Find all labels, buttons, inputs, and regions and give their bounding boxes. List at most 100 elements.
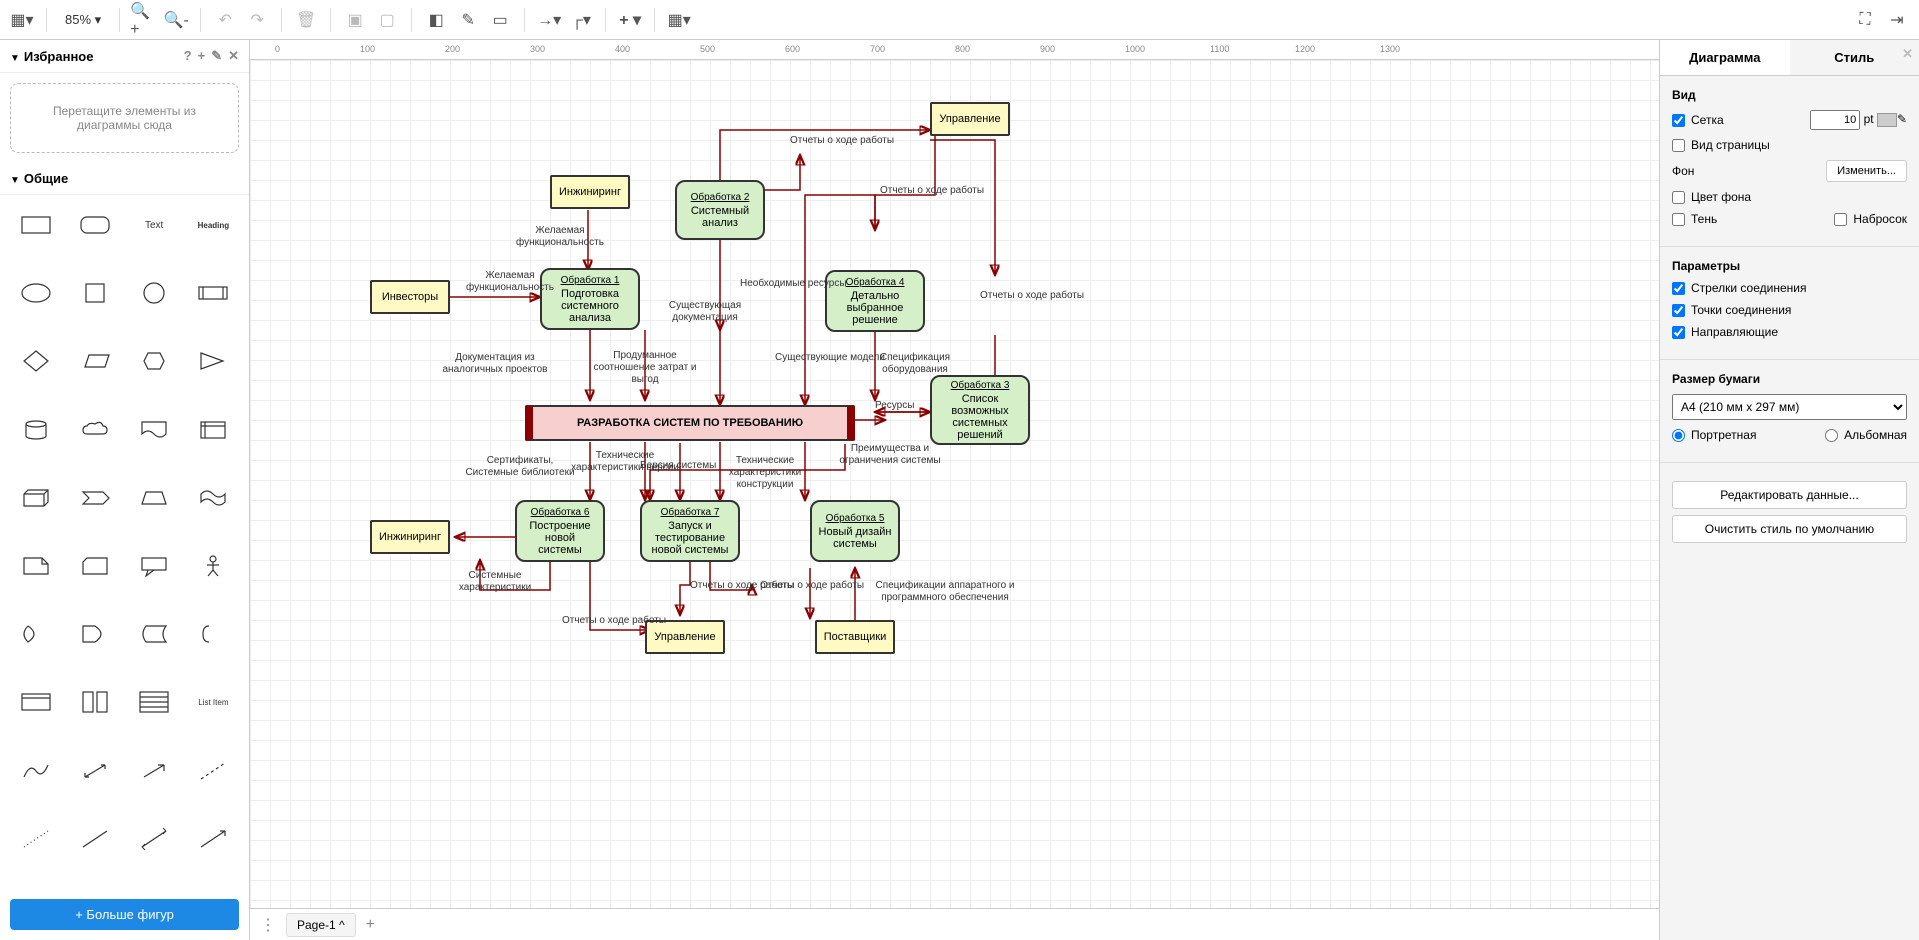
- edit-data-button[interactable]: Редактировать данные...: [1672, 481, 1907, 509]
- add-page-icon[interactable]: +: [366, 916, 375, 934]
- to-back-icon[interactable]: ▢: [373, 6, 401, 34]
- collapse-icon[interactable]: ⇥: [1883, 6, 1911, 34]
- shape-diamond[interactable]: [10, 341, 61, 381]
- connection-icon[interactable]: →▾: [535, 6, 563, 34]
- shape-bidir-line[interactable]: [129, 819, 180, 859]
- close-icon[interactable]: ✕: [1902, 46, 1913, 62]
- shape-dotted[interactable]: [10, 819, 61, 859]
- shape-list-item[interactable]: List Item: [188, 682, 239, 722]
- pages-menu-icon[interactable]: ⋮: [260, 915, 276, 935]
- close-favorite-icon[interactable]: ✕: [228, 48, 239, 64]
- shape-rounded-rect[interactable]: [69, 205, 120, 245]
- waypoint-icon[interactable]: ┌▾: [567, 6, 595, 34]
- shadow-icon[interactable]: ▭: [486, 6, 514, 34]
- node-engineering1[interactable]: Инжиниринг: [550, 175, 630, 209]
- shape-text[interactable]: Text: [129, 205, 180, 245]
- fill-icon[interactable]: ◧: [422, 6, 450, 34]
- node-proc3[interactable]: Обработка 3Список возможных системных ре…: [930, 375, 1030, 445]
- shape-cylinder[interactable]: [10, 410, 61, 450]
- shape-vlist[interactable]: [69, 682, 120, 722]
- change-bg-button[interactable]: Изменить...: [1826, 160, 1907, 182]
- page-view-checkbox[interactable]: Вид страницы: [1672, 138, 1770, 152]
- shape-bracket[interactable]: [188, 614, 239, 654]
- shape-or[interactable]: [69, 614, 120, 654]
- favorites-dropzone[interactable]: Перетащите элементы из диаграммы сюда: [10, 83, 239, 153]
- line-color-icon[interactable]: ✎: [454, 6, 482, 34]
- shape-rect[interactable]: [10, 205, 61, 245]
- conn-arrows-checkbox[interactable]: Стрелки соединения: [1672, 281, 1806, 295]
- grid-checkbox[interactable]: Сетка: [1672, 113, 1724, 127]
- grid-color-swatch[interactable]: [1877, 113, 1897, 127]
- zoom-out-icon[interactable]: 🔍-: [162, 6, 190, 34]
- shadow-checkbox[interactable]: Тень: [1672, 212, 1717, 226]
- shape-tape[interactable]: [188, 478, 239, 518]
- add-favorite-icon[interactable]: +: [198, 48, 206, 64]
- shape-triangle[interactable]: [188, 341, 239, 381]
- portrait-radio[interactable]: Портретная: [1672, 428, 1756, 442]
- to-front-icon[interactable]: ▣: [341, 6, 369, 34]
- redo-icon[interactable]: ↷: [243, 6, 271, 34]
- node-center[interactable]: РАЗРАБОТКА СИСТЕМ ПО ТРЕБОВАНИЮ: [525, 405, 855, 441]
- paper-size-select[interactable]: A4 (210 мм x 297 мм): [1672, 394, 1907, 420]
- shape-cube[interactable]: [10, 478, 61, 518]
- sketch-checkbox[interactable]: Набросок: [1834, 212, 1907, 226]
- shape-square[interactable]: [69, 273, 120, 313]
- node-proc5[interactable]: Обработка 5Новый дизайн системы: [810, 500, 900, 562]
- shape-process[interactable]: [188, 273, 239, 313]
- shape-cloud[interactable]: [69, 410, 120, 450]
- shape-heading[interactable]: Heading: [188, 205, 239, 245]
- add-icon[interactable]: + ▾: [616, 6, 644, 34]
- node-proc6[interactable]: Обработка 6Построение новой системы: [515, 500, 605, 562]
- tab-diagram[interactable]: Диаграмма: [1660, 40, 1790, 75]
- clear-style-button[interactable]: Очистить стиль по умолчанию: [1672, 515, 1907, 543]
- shape-dashed[interactable]: [188, 751, 239, 791]
- conn-points-checkbox[interactable]: Точки соединения: [1672, 303, 1791, 317]
- node-suppliers[interactable]: Поставщики: [815, 620, 895, 654]
- guides-checkbox[interactable]: Направляющие: [1672, 325, 1778, 339]
- shape-parallelogram[interactable]: [69, 341, 120, 381]
- node-engineering2[interactable]: Инжиниринг: [370, 520, 450, 554]
- node-investors[interactable]: Инвесторы: [370, 280, 450, 314]
- edit-favorite-icon[interactable]: ✎: [211, 48, 222, 64]
- help-icon[interactable]: ?: [184, 48, 192, 64]
- shape-crescent[interactable]: [10, 614, 61, 654]
- undo-icon[interactable]: ↶: [211, 6, 239, 34]
- fullscreen-icon[interactable]: ⛶: [1851, 6, 1879, 34]
- shape-callout[interactable]: [129, 546, 180, 586]
- delete-icon[interactable]: 🗑: [292, 6, 320, 34]
- table-icon[interactable]: ▦▾: [665, 6, 693, 34]
- shape-internal-storage[interactable]: [188, 410, 239, 450]
- general-header[interactable]: ▼Общие: [0, 163, 249, 195]
- zoom-in-icon[interactable]: 🔍+: [130, 6, 158, 34]
- bgcolor-checkbox[interactable]: Цвет фона: [1672, 190, 1751, 204]
- shape-line[interactable]: [69, 819, 120, 859]
- shape-list-container[interactable]: [10, 682, 61, 722]
- node-proc2[interactable]: Обработка 2Системный анализ: [675, 180, 765, 240]
- shape-hexagon[interactable]: [129, 341, 180, 381]
- grid-size-input[interactable]: [1810, 110, 1860, 130]
- zoom-level[interactable]: 85% ▾: [57, 12, 109, 28]
- shape-data-storage[interactable]: [129, 614, 180, 654]
- favorites-header[interactable]: ▼Избранное ? + ✎ ✕: [0, 40, 249, 73]
- shape-circle[interactable]: [129, 273, 180, 313]
- shape-step[interactable]: [69, 478, 120, 518]
- shape-card[interactable]: [69, 546, 120, 586]
- shape-note[interactable]: [10, 546, 61, 586]
- landscape-radio[interactable]: Альбомная: [1825, 428, 1907, 442]
- layout-icon[interactable]: ▦▾: [8, 6, 36, 34]
- shape-curve[interactable]: [10, 751, 61, 791]
- canvas[interactable]: Инвесторы Инжиниринг Управление Инжинири…: [250, 60, 1659, 908]
- page-tab-1[interactable]: Page-1 ^: [286, 913, 356, 937]
- more-shapes-button[interactable]: + Больше фигур: [10, 899, 239, 930]
- shape-list[interactable]: [129, 682, 180, 722]
- node-management1[interactable]: Управление: [930, 102, 1010, 136]
- shape-arrow[interactable]: [129, 751, 180, 791]
- shape-dir-line[interactable]: [188, 819, 239, 859]
- shape-actor[interactable]: [188, 546, 239, 586]
- shape-ellipse[interactable]: [10, 273, 61, 313]
- shape-bidir-arrow[interactable]: [69, 751, 120, 791]
- shape-trapezoid[interactable]: [129, 478, 180, 518]
- tab-style[interactable]: Стиль✕: [1790, 40, 1919, 75]
- node-proc7[interactable]: Обработка 7Запуск и тестирование новой с…: [640, 500, 740, 562]
- shape-document[interactable]: [129, 410, 180, 450]
